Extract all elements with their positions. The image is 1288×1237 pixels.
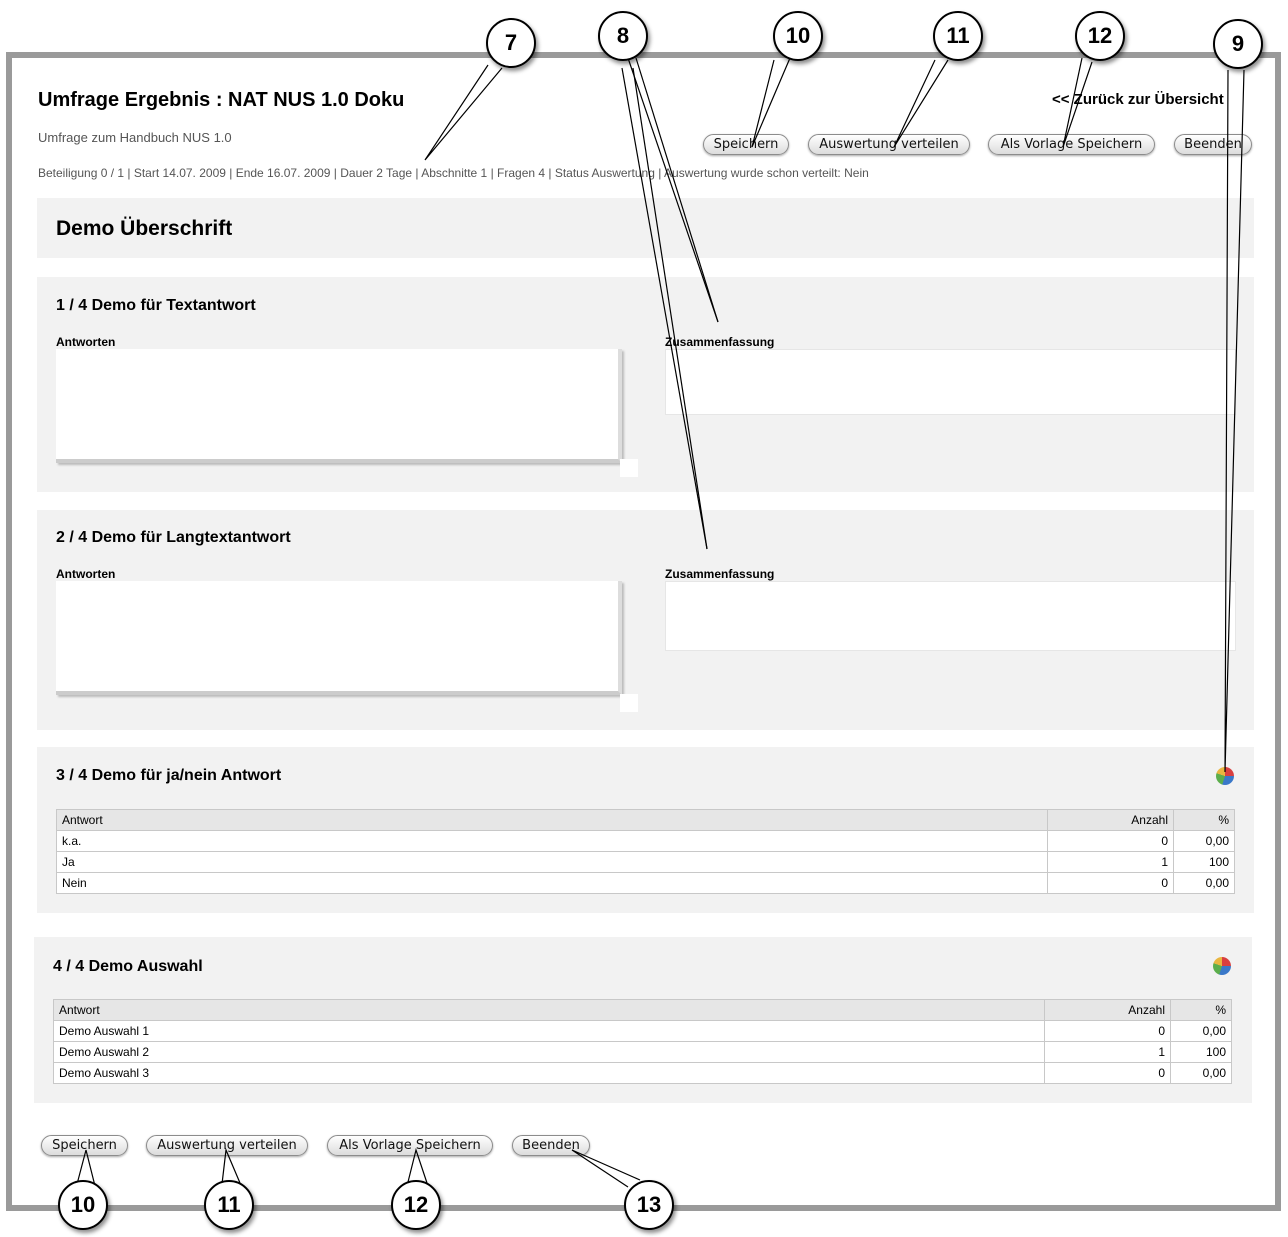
percent-cell: 0,00: [1173, 872, 1235, 894]
table-row: Demo Auswahl 3 0 0,00: [53, 1062, 1232, 1084]
callout-8: 8: [598, 11, 648, 61]
count-cell: 1: [1044, 1041, 1171, 1063]
answer-cell: Ja: [56, 851, 1048, 873]
survey-subtitle: Umfrage zum Handbuch NUS 1.0: [38, 130, 232, 145]
column-header: Antwort: [56, 809, 1048, 831]
count-cell: 0: [1047, 830, 1174, 852]
percent-cell: 100: [1170, 1041, 1232, 1063]
textarea-resize-handle[interactable]: [620, 694, 638, 712]
summary-label: Zusammenfassung: [665, 567, 775, 581]
distribute-evaluation-button-top[interactable]: Auswertung verteilen: [808, 134, 970, 155]
section-heading-panel: Demo Überschrift: [37, 198, 1254, 258]
column-header: Anzahl: [1047, 809, 1174, 831]
summary-label: Zusammenfassung: [665, 335, 775, 349]
distribute-evaluation-button-bottom[interactable]: Auswertung verteilen: [146, 1135, 308, 1156]
count-cell: 0: [1047, 872, 1174, 894]
results-table: Antwort Anzahl % k.a. 0 0,00 Ja 1 100 Ne…: [56, 809, 1235, 894]
answer-cell: Demo Auswahl 2: [53, 1041, 1045, 1063]
answers-label: Antworten: [56, 567, 116, 581]
question-panel-4: 4 / 4 Demo Auswahl Antwort Anzahl % Demo…: [34, 937, 1252, 1103]
summary-textarea[interactable]: [665, 349, 1236, 415]
pie-chart-icon[interactable]: [1216, 767, 1234, 785]
survey-meta-info: Beteiligung 0 / 1 | Start 14.07. 2009 | …: [38, 166, 869, 180]
column-header: %: [1173, 809, 1235, 831]
table-row: Ja 1 100: [56, 851, 1235, 873]
callout-10-bottom: 10: [58, 1180, 108, 1230]
section-heading: Demo Überschrift: [56, 217, 233, 240]
answer-cell: Demo Auswahl 1: [53, 1020, 1045, 1042]
save-button-top[interactable]: Speichern: [703, 134, 789, 155]
callout-11-bottom: 11: [204, 1180, 254, 1230]
save-as-template-button-top[interactable]: Als Vorlage Speichern: [988, 134, 1155, 155]
percent-cell: 100: [1173, 851, 1235, 873]
percent-cell: 0,00: [1170, 1062, 1232, 1084]
finish-button-bottom[interactable]: Beenden: [512, 1135, 590, 1156]
question-title: 4 / 4 Demo Auswahl: [53, 958, 203, 975]
answer-cell: Demo Auswahl 3: [53, 1062, 1045, 1084]
answers-label: Antworten: [56, 335, 116, 349]
callout-11-top: 11: [933, 11, 983, 61]
callout-12-top: 12: [1075, 11, 1125, 61]
count-cell: 0: [1044, 1062, 1171, 1084]
column-header: Antwort: [53, 999, 1045, 1021]
question-panel-2: 2 / 4 Demo für Langtextantwort Antworten…: [37, 510, 1254, 730]
summary-textarea[interactable]: [665, 581, 1236, 651]
table-row: Nein 0 0,00: [56, 872, 1235, 894]
textarea-resize-handle[interactable]: [620, 459, 638, 477]
percent-cell: 0,00: [1170, 1020, 1232, 1042]
count-cell: 1: [1047, 851, 1174, 873]
question-title: 1 / 4 Demo für Textantwort: [56, 297, 256, 314]
pie-chart-icon[interactable]: [1213, 957, 1231, 975]
table-header-row: Antwort Anzahl %: [53, 999, 1232, 1021]
callout-7: 7: [486, 18, 536, 68]
save-as-template-button-bottom[interactable]: Als Vorlage Speichern: [327, 1135, 493, 1156]
table-row: k.a. 0 0,00: [56, 830, 1235, 852]
callout-12-bottom: 12: [391, 1180, 441, 1230]
column-header: %: [1170, 999, 1232, 1021]
table-row: Demo Auswahl 2 1 100: [53, 1041, 1232, 1063]
question-title: 3 / 4 Demo für ja/nein Antwort: [56, 767, 282, 784]
question-title: 2 / 4 Demo für Langtextantwort: [56, 529, 291, 546]
answers-textarea[interactable]: [56, 581, 622, 695]
answer-cell: Nein: [56, 872, 1048, 894]
callout-10-top: 10: [773, 11, 823, 61]
table-row: Demo Auswahl 1 0 0,00: [53, 1020, 1232, 1042]
question-panel-3: 3 / 4 Demo für ja/nein Antwort Antwort A…: [37, 747, 1254, 913]
page-title: Umfrage Ergebnis : NAT NUS 1.0 Doku: [38, 89, 405, 111]
count-cell: 0: [1044, 1020, 1171, 1042]
answer-cell: k.a.: [56, 830, 1048, 852]
save-button-bottom[interactable]: Speichern: [41, 1135, 128, 1156]
question-panel-1: 1 / 4 Demo für Textantwort Antworten Zus…: [37, 277, 1254, 492]
answers-textarea[interactable]: [56, 349, 622, 463]
finish-button-top[interactable]: Beenden: [1174, 134, 1252, 155]
callout-9: 9: [1213, 19, 1263, 69]
results-table: Antwort Anzahl % Demo Auswahl 1 0 0,00 D…: [53, 999, 1232, 1084]
table-header-row: Antwort Anzahl %: [56, 809, 1235, 831]
column-header: Anzahl: [1044, 999, 1171, 1021]
back-to-overview-link[interactable]: << Zurück zur Übersicht: [1052, 91, 1224, 108]
percent-cell: 0,00: [1173, 830, 1235, 852]
callout-13: 13: [624, 1180, 674, 1230]
